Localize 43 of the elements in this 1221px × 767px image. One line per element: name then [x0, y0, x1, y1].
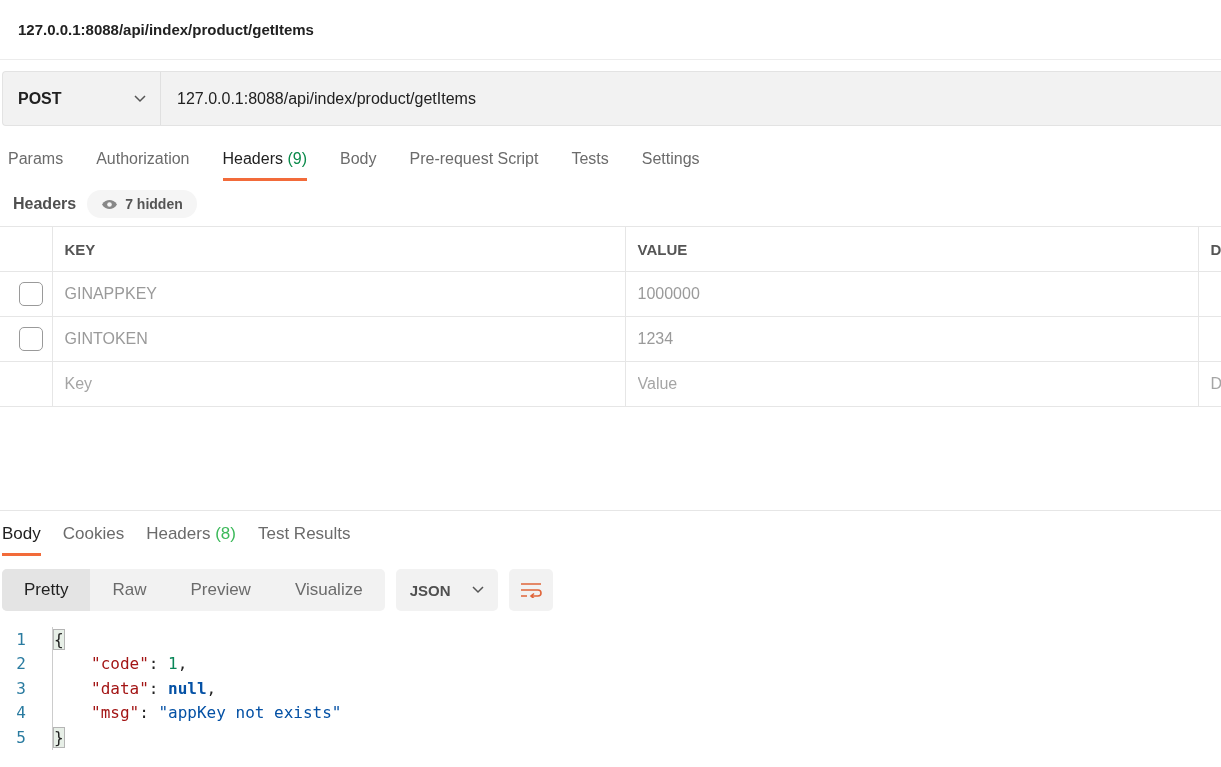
view-mode-tab[interactable]: Visualize — [272, 569, 385, 611]
request-tab[interactable]: Pre-request Script — [409, 140, 539, 181]
code-line: "code": 1, — [91, 654, 188, 674]
line-number: 3 — [15, 678, 27, 698]
column-header: KEY — [52, 226, 625, 272]
chevron-down-icon — [134, 94, 146, 103]
code-line: "data": null, — [91, 678, 217, 698]
request-tab[interactable]: Settings — [641, 140, 700, 181]
line-number: 2 — [15, 654, 27, 674]
table-cell: GINTOKEN — [52, 316, 625, 362]
url-field[interactable]: 127.0.0.1:8088/api/index/product/getItems — [161, 72, 476, 125]
hidden-headers-toggle[interactable]: 7 hidden — [87, 190, 197, 218]
request-tab[interactable]: Headers (9) — [222, 140, 307, 181]
method-dropdown[interactable]: POST — [3, 72, 161, 125]
checkbox[interactable] — [19, 282, 43, 306]
response-tab[interactable]: Body — [2, 514, 41, 556]
column-header: D — [1198, 226, 1221, 272]
view-mode-tab[interactable]: Raw — [90, 569, 169, 611]
request-tab[interactable]: Body — [340, 140, 377, 181]
line-number: 5 — [15, 727, 27, 747]
request-tab[interactable]: Params — [8, 140, 64, 181]
response-tab[interactable]: Headers (8) — [146, 514, 236, 556]
wrap-lines-button[interactable] — [509, 569, 554, 611]
view-mode-tab[interactable]: Preview — [168, 569, 273, 611]
view-mode-tab[interactable]: Pretty — [2, 569, 91, 611]
response-tab[interactable]: Test Results — [257, 514, 351, 556]
table-cell: 1234 — [625, 316, 1198, 362]
request-title: 127.0.0.1:8088/api/index/product/getItems — [0, 0, 1221, 60]
line-number: 4 — [15, 703, 27, 723]
request-tab[interactable]: Authorization — [96, 140, 190, 181]
line-number: 1 — [15, 629, 27, 649]
code-line: "msg": "appKey not exists" — [91, 703, 342, 723]
eye-icon — [101, 198, 119, 210]
request-tab[interactable]: Tests — [571, 140, 609, 181]
table-cell: GINAPPKEY — [52, 271, 625, 317]
response-tab[interactable]: Cookies — [62, 514, 125, 556]
format-dropdown[interactable]: JSON — [395, 569, 499, 611]
section-title: Headers — [13, 195, 77, 213]
table-cell: 1000000 — [625, 271, 1198, 317]
checkbox[interactable] — [19, 327, 43, 351]
wrap-lines-icon — [520, 582, 543, 598]
column-header: VALUE — [625, 226, 1198, 272]
chevron-down-icon — [472, 586, 485, 594]
